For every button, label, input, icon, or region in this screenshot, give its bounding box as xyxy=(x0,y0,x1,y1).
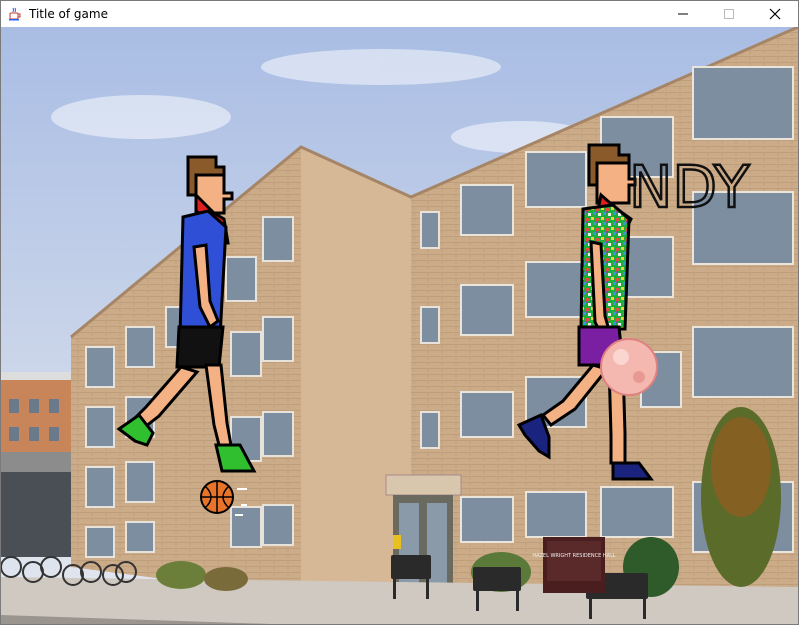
residence-hall-sign: HAZEL WRIGHT RESIDENCE HALL xyxy=(532,537,616,593)
close-icon[interactable] xyxy=(752,1,798,27)
distant-building xyxy=(1,372,73,557)
windows-center xyxy=(420,211,440,449)
window-controls xyxy=(660,1,798,27)
minimize-icon[interactable] xyxy=(660,1,706,27)
game-window: Title of game HAZEL WRIGHT RESIDENCE HAL… xyxy=(0,0,799,625)
game-scene: HAZEL WRIGHT RESIDENCE HALL NDY xyxy=(1,27,798,624)
title-bar[interactable]: Title of game xyxy=(1,1,798,27)
window-title: Title of game xyxy=(29,7,108,21)
pink-ball xyxy=(600,338,658,396)
game-canvas[interactable]: HAZEL WRIGHT RESIDENCE HALL NDY xyxy=(1,27,798,624)
svg-text:HAZEL WRIGHT RESIDENCE HALL: HAZEL WRIGHT RESIDENCE HALL xyxy=(532,553,616,559)
player-name-label: NDY xyxy=(629,153,750,221)
java-coffee-cup-icon xyxy=(7,6,23,22)
maximize-icon[interactable] xyxy=(706,1,752,27)
